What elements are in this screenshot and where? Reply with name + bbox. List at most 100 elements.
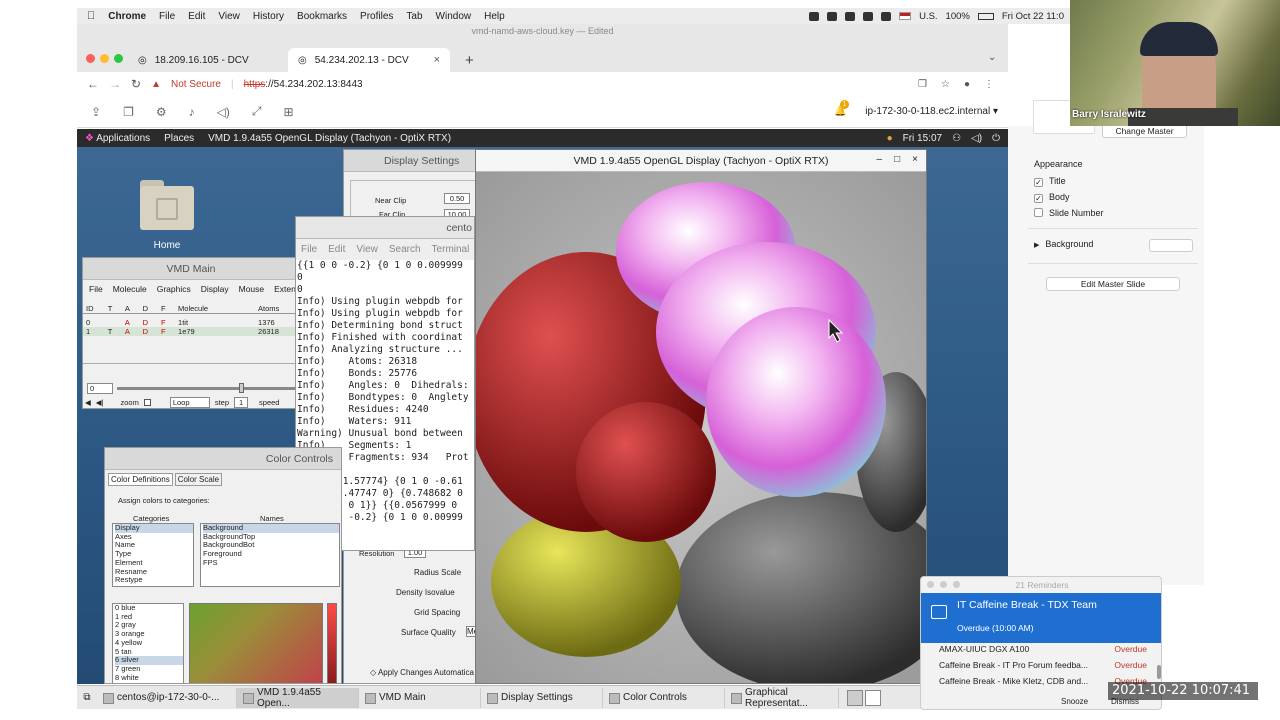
apple-icon[interactable]:  [87, 10, 95, 22]
menubar-app-icon[interactable] [827, 11, 838, 21]
orange-status-icon[interactable]: ● [887, 133, 893, 144]
browser-tab[interactable]: ◎ 18.209.16.105 - DCV [128, 48, 284, 72]
disclosure-triangle-icon[interactable]: ▶ [1034, 242, 1039, 249]
tab-search-icon[interactable]: ⌄ [988, 52, 996, 63]
tab-color-scale[interactable]: Color Scale [174, 473, 223, 486]
flag-icon[interactable] [899, 12, 912, 20]
body-checkbox[interactable]: ✓ [1034, 194, 1043, 203]
new-tab-button[interactable]: + [455, 48, 484, 72]
row-t[interactable] [105, 318, 122, 327]
terminal-menu-terminal[interactable]: Terminal [432, 244, 470, 255]
minimize-icon[interactable]: – [877, 154, 883, 165]
warning-icon[interactable]: ▲ [151, 79, 161, 90]
table-row[interactable]: 1 T A D F 1e79 26318 [83, 326, 299, 336]
reload-icon[interactable]: ↻ [131, 77, 141, 91]
step-back-icon[interactable]: ◀ [85, 398, 91, 407]
table-row[interactable]: 0 A D F 1tit 1376 [83, 318, 299, 327]
color-picker-strip[interactable] [327, 603, 337, 683]
dropbox-icon[interactable] [809, 11, 820, 21]
names-list[interactable]: Background BackgroundTop BackgroundBot F… [200, 523, 340, 587]
row-d[interactable]: D [140, 327, 158, 336]
title-checkbox-row[interactable]: ✓ Title [1034, 176, 1066, 187]
speaker-icon[interactable]: ◁) [217, 105, 230, 119]
places-menu[interactable]: Places [164, 133, 194, 144]
molecule-render[interactable] [476, 172, 926, 684]
row-d[interactable]: D [140, 318, 158, 327]
terminal-menu-edit[interactable]: Edit [328, 244, 345, 255]
taskbar-item[interactable]: centos@ip-172-30-0-... [97, 687, 237, 708]
workspace-switcher[interactable] [847, 689, 881, 706]
taskbar-item[interactable]: Graphical Representat... [725, 687, 839, 709]
change-master-button[interactable]: Change Master [1102, 124, 1187, 138]
color-picker-field[interactable] [189, 603, 323, 683]
fullscreen-icon[interactable]: ⤢ [252, 104, 262, 119]
slide-number-checkbox[interactable] [1034, 208, 1043, 217]
show-desktop-icon[interactable]: ⧉ [77, 692, 97, 703]
not-secure-label[interactable]: Not Secure [171, 79, 221, 90]
taskbar-item[interactable]: VMD Main [359, 687, 481, 708]
loop-select[interactable]: Loop [169, 396, 210, 408]
copy-icon[interactable]: ❐ [918, 79, 927, 90]
vmd-menu-file[interactable]: File [89, 284, 103, 294]
profile-icon[interactable]: ● [964, 79, 970, 90]
zoom-checkbox[interactable] [143, 398, 151, 406]
list-item[interactable]: Foreground [203, 549, 339, 559]
zoom-window-button[interactable] [114, 54, 123, 63]
menubar-app-icon[interactable] [845, 11, 856, 21]
frame-slider[interactable] [117, 382, 297, 393]
bell-icon[interactable]: 🔔 1 [834, 100, 850, 117]
close-dot-icon[interactable] [927, 581, 934, 588]
host-selector[interactable]: 🔔 1 ip-172-30-0-118.ec2.internal ▾ [834, 100, 1008, 117]
menu-file[interactable]: File [159, 11, 175, 22]
terminal-menu-search[interactable]: Search [389, 244, 421, 255]
minimize-dot-icon[interactable] [940, 581, 947, 588]
list-item[interactable]: 8 white [115, 673, 183, 683]
vmd-menu-mouse[interactable]: Mouse [239, 284, 265, 294]
apply-changes-checkbox[interactable]: ◇ Apply Changes Automatica [370, 668, 474, 677]
mic-off-icon[interactable]: ♪ [189, 105, 195, 119]
menu-bookmarks[interactable]: Bookmarks [297, 11, 347, 22]
reminder-banner[interactable]: IT Caffeine Break - TDX Team Overdue (10… [921, 593, 1161, 643]
list-item[interactable]: FPS [203, 558, 339, 568]
home-folder-icon[interactable] [138, 180, 196, 232]
menu-clock[interactable]: Fri Oct 22 11:0 [1002, 11, 1064, 22]
battery-icon[interactable] [977, 12, 994, 20]
kebab-menu-icon[interactable]: ⋮ [984, 79, 994, 90]
close-window-button[interactable] [86, 54, 95, 63]
step-field[interactable]: 1 [234, 396, 249, 408]
play-back-icon[interactable]: ◀| [96, 398, 104, 407]
tab-color-definitions[interactable]: Color Definitions [108, 473, 173, 486]
url-field[interactable]: https://54.234.202.13:8443 [244, 79, 363, 90]
network-icon[interactable]: ⚇ [952, 133, 961, 144]
scrollbar[interactable] [1157, 665, 1161, 679]
edit-master-slide-button[interactable]: Edit Master Slide [1046, 277, 1180, 291]
title-checkbox[interactable]: ✓ [1034, 178, 1043, 187]
bookmark-star-icon[interactable]: ☆ [941, 79, 950, 90]
menu-tab[interactable]: Tab [406, 11, 422, 22]
maximize-icon[interactable]: □ [894, 154, 900, 165]
menu-window[interactable]: Window [436, 11, 472, 22]
display-layout-icon[interactable]: ⊞ [283, 105, 293, 119]
background-row[interactable]: ▶ Background [1034, 239, 1093, 249]
row-a[interactable]: A [122, 318, 140, 327]
menu-edit[interactable]: Edit [188, 11, 205, 22]
vmd-menu-graphics[interactable]: Graphics [157, 284, 191, 294]
vmd-opengl-display-window[interactable]: VMD 1.9.4a55 OpenGL Display (Tachyon - O… [475, 149, 927, 684]
vmd-main-window[interactable]: VMD Main File Molecule Graphics Display … [82, 257, 300, 409]
body-checkbox-row[interactable]: ✓ Body [1034, 192, 1070, 203]
back-icon[interactable]: ← [87, 77, 99, 91]
menu-view[interactable]: View [218, 11, 240, 22]
app-menu[interactable]: Chrome [108, 11, 146, 22]
colors-list[interactable]: 0 blue 1 red 2 gray 3 orange 4 yellow 5 … [112, 603, 184, 683]
volume-icon[interactable] [881, 11, 892, 21]
battery-percent[interactable]: 100% [946, 11, 970, 22]
taskbar-item[interactable]: Display Settings [481, 687, 603, 708]
vmd-menu-molecule[interactable]: Molecule [113, 284, 147, 294]
list-item[interactable]: Restype [115, 576, 193, 585]
menu-help[interactable]: Help [484, 11, 505, 22]
row-t[interactable]: T [105, 327, 122, 336]
background-color-well[interactable] [1149, 239, 1193, 252]
browser-tab-active[interactable]: ◎ 54.234.202.13 - DCV × [288, 48, 450, 72]
menu-history[interactable]: History [253, 11, 284, 22]
upload-icon[interactable]: ⇪ [91, 105, 101, 119]
